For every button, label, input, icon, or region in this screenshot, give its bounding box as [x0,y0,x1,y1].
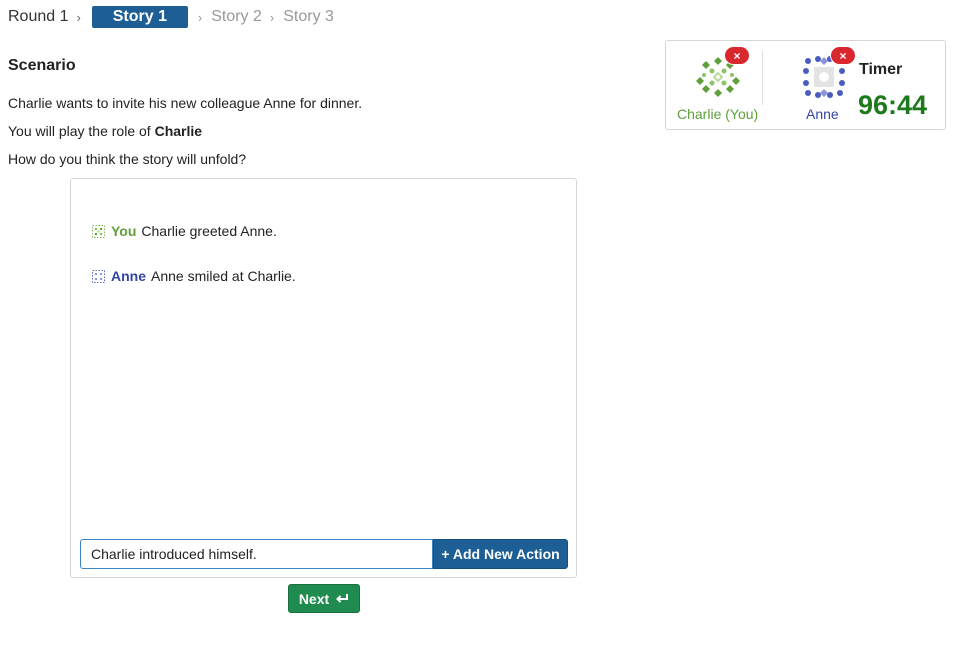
chevron-right-icon: › [197,9,203,25]
remove-anne-button[interactable]: × [831,47,855,64]
add-new-action-button[interactable]: + Add New Action [433,539,568,569]
new-action-input[interactable] [80,539,433,569]
chevron-right-icon: › [269,9,275,25]
player-name-charlie: Charlie (You) [677,106,759,122]
blue-pattern-icon [92,269,105,283]
role-prefix: You will play the role of [8,123,151,139]
next-button[interactable]: Next [288,584,360,613]
breadcrumb-story-3[interactable]: Story 3 [283,8,334,26]
breadcrumb-story-1-active[interactable]: Story 1 [91,6,188,28]
action-actor: You [111,223,137,239]
scenario-description: Charlie wants to invite his new colleagu… [8,95,363,111]
action-text: Charlie greeted Anne. [141,223,277,239]
breadcrumb-round[interactable]: Round 1 [8,8,69,26]
timer-value: 96:44 [858,90,928,120]
enter-arrow-icon [336,593,349,603]
action-actor: Anne [111,268,146,284]
players-timer-panel: × Charlie (You) × Anne Timer 96:44 [665,40,946,130]
timer-label: Timer [859,61,903,78]
remove-charlie-button[interactable]: × [725,47,749,64]
player-divider [762,51,763,105]
green-pattern-icon [92,224,105,238]
breadcrumb: Round 1 › Story 1 › Story 2 › Story 3 [8,6,334,28]
breadcrumb-story-2[interactable]: Story 2 [211,8,262,26]
new-action-row: + Add New Action [80,539,568,569]
action-text: Anne smiled at Charlie. [151,268,296,284]
scenario-role-line: You will play the role of Charlie [8,123,202,139]
next-button-label: Next [298,590,330,607]
player-name-anne: Anne [806,106,839,122]
role-name: Charlie [154,123,203,139]
scenario-title: Scenario [8,57,76,74]
chevron-right-icon: › [76,9,81,25]
story-action-item: You Charlie greeted Anne. [92,223,277,239]
scenario-question: How do you think the story will unfold? [8,151,247,167]
story-panel: You Charlie greeted Anne. Anne Anne smil… [70,178,577,578]
story-action-item: Anne Anne smiled at Charlie. [92,268,296,284]
